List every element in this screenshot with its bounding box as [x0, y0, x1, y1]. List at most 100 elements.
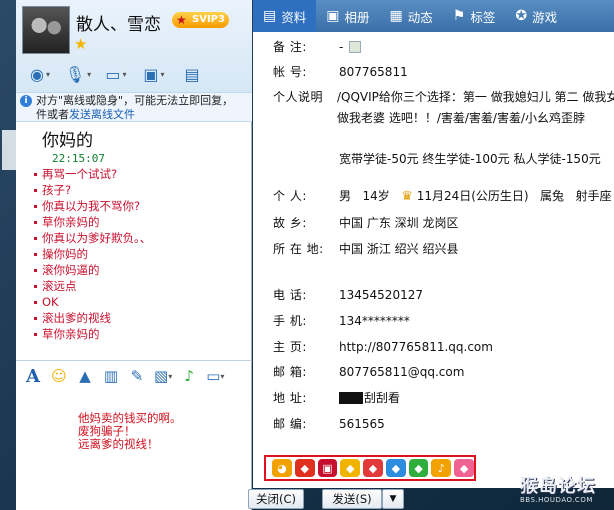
profile-icon: ▤ — [263, 8, 277, 24]
vip-badge[interactable]: SVIP3 — [172, 12, 229, 28]
tab-feed[interactable]: ▦ 动态 — [380, 0, 443, 32]
mobile-value: 134******** — [339, 314, 410, 328]
voice-call-button[interactable]: 🎙 ▾ — [62, 62, 94, 86]
camera-icon: ◉ — [30, 64, 44, 84]
note-button[interactable]: ✎ — [128, 365, 146, 387]
constellation-value: 射手座 — [575, 189, 612, 203]
music-icon[interactable]: ♪ — [431, 459, 452, 477]
message-item: 滚你妈逼的 — [34, 262, 252, 278]
edit-remark-icon[interactable] — [349, 41, 362, 53]
info-icon: i — [20, 95, 32, 107]
watermark-text: 猴岛论坛 — [520, 476, 596, 497]
profile-panel: ▤ 资料 ▣ 相册 ▦ 动态 ⚑ 标签 ✪ 游戏 备 注: - 帐 号: 80776581… — [253, 0, 614, 488]
homepage-link[interactable]: http://807765811.qq.com — [339, 339, 493, 355]
bio-line-2: 做我老婆 选吧！！/害羞/害羞/害羞/小幺鸡歪脖 — [337, 111, 585, 125]
magic-button[interactable]: ▲ — [76, 365, 94, 387]
image-button[interactable]: ▧ ▾ — [154, 365, 172, 387]
profile-fields: 备 注: - 帐 号: 807765811 个人说明 /QQVIP给你三个选择：… — [253, 32, 614, 452]
qq-show-icon[interactable]: ▣ — [317, 459, 338, 477]
font-button[interactable]: A — [24, 365, 42, 387]
postcode-label: 邮 编: — [273, 417, 307, 431]
bio-label: 个人说明 — [273, 90, 324, 104]
screen-capture-button[interactable]: ▭ ▾ — [206, 365, 224, 387]
gender-value: 男 — [339, 189, 352, 203]
image-icon: ▧ — [154, 367, 169, 385]
magic-hat-icon: ▲ — [79, 367, 91, 385]
tab-games[interactable]: ✪ 游戏 — [505, 0, 567, 32]
phone-label: 电 话: — [273, 288, 307, 302]
feed-icon: ▦ — [389, 8, 403, 24]
game-icon: ✪ — [515, 8, 528, 24]
scissors-icon: ▭ — [206, 367, 221, 385]
crown-icon: ♛ — [401, 189, 413, 204]
chat-toolbar: ◉ ▾ 🎙 ▾ ▭ ▾ ▣ ▾ ▤ — [16, 58, 252, 90]
compose-input[interactable]: 他妈卖的钱买的啊。 废狗骗子！ 远离爹的视线！ — [78, 412, 248, 451]
message-item: 滚远点 — [34, 278, 252, 294]
tab-album[interactable]: ▣ 相册 — [316, 0, 379, 32]
chevron-down-icon: ▾ — [87, 69, 92, 79]
message-item: 草你亲妈的 — [34, 214, 252, 230]
red-diamond-icon[interactable]: ◆ — [294, 459, 315, 477]
chevron-down-icon: ▾ — [220, 371, 225, 381]
remote-desktop-button[interactable]: ▣ ▾ — [138, 62, 170, 86]
account-value: 807765811 — [339, 65, 408, 79]
contact-nickname[interactable]: 散人、雪恋 — [76, 10, 161, 35]
profile-tabs: ▤ 资料 ▣ 相册 ▦ 动态 ⚑ 标签 ✪ 游戏 — [253, 0, 614, 32]
monitor-icon: ▣ — [143, 64, 159, 84]
pink-diamond-icon[interactable]: ◆ — [454, 459, 475, 477]
send-button[interactable]: 发送(S) — [322, 489, 382, 509]
emoji-button[interactable]: ☺ — [50, 365, 68, 387]
zodiac-value: 属兔 — [540, 189, 565, 203]
smiley-icon: ☺ — [51, 367, 67, 385]
folder-icon: ▭ — [105, 64, 121, 84]
bio-line-3: 宽带学徒-50元 终生学徒-100元 私人学徒-150元 — [339, 152, 601, 166]
birthday-value: 11月24日(公历生日) — [416, 189, 529, 203]
email-value: 807765811@qq.com — [339, 365, 465, 379]
offline-notice: i 对方"离线或隐身"，可能无法立即回复， 件或者发送离线文件 — [16, 92, 252, 122]
message-item: 你真以为爹好欺负。、 — [34, 230, 252, 246]
chat-window: 散人、雪恋 SVIP3 ★ ◉▾ 🎙▾ ▭▾ ▣▾ ▤ i 对方"离线或隐身"，… — [16, 0, 252, 510]
music-note-icon: ♪ — [184, 367, 194, 385]
bio-line-1: /QQVIP给你三个选择：第一 做我媳妇儿 第二 做我女朋友 第三 — [337, 90, 614, 104]
mobile-label: 手 机: — [273, 314, 307, 328]
yellow-diamond-icon[interactable]: ◆ — [340, 459, 361, 477]
send-options-button[interactable]: ▼ — [382, 489, 404, 509]
desktop-glyph — [2, 130, 16, 170]
film-icon: ▥ — [103, 367, 119, 385]
compose-line: 远离爹的视线！ — [78, 437, 159, 451]
chevron-down-icon: ▾ — [160, 69, 165, 79]
send-file-button[interactable]: ▭ ▾ — [100, 62, 132, 86]
screenshot-button[interactable]: ▥ — [102, 365, 120, 387]
green-diamond-icon[interactable]: ◆ — [408, 459, 429, 477]
notice-text: 对方"离线或隐身"，可能无法立即回复， — [36, 94, 234, 107]
send-offline-file-link[interactable]: 发送离线文件 — [69, 108, 135, 121]
penguin-icon[interactable]: ◕ — [272, 459, 292, 477]
message-item: 操你妈的 — [34, 246, 252, 262]
video-call-button[interactable]: ◉ ▾ — [24, 62, 56, 86]
redaction-block — [339, 392, 363, 404]
remark-label: 备 注: — [273, 40, 307, 54]
address-label: 地 址: — [273, 391, 307, 405]
forum-watermark: 猴岛论坛 BBS.HOUDAO.COM — [520, 472, 614, 510]
chevron-down-icon: ▾ — [122, 69, 127, 79]
tab-profile[interactable]: ▤ 资料 — [253, 0, 317, 32]
personal-label: 个 人: — [273, 189, 307, 203]
hometown-label: 故 乡: — [273, 216, 307, 230]
chat-header: 散人、雪恋 SVIP3 ★ ◉▾ 🎙▾ ▭▾ ▣▾ ▤ — [16, 0, 252, 92]
red-vip-icon[interactable]: ◆ — [363, 459, 383, 477]
contact-avatar[interactable] — [22, 6, 70, 54]
notice-text-2: 件或者 — [36, 108, 69, 121]
vip-badges-strip: ◕ ◆ ▣ ◆ ◆ ◆ ◆ ♪ ◆ — [264, 455, 476, 481]
message-list: 再骂一个试试? 孩子? 你真以为我不骂你? 草你亲妈的 你真以为爹好欺负。、 操… — [34, 166, 252, 342]
album-icon: ▣ — [326, 8, 340, 24]
remark-value: - — [339, 39, 362, 55]
tag-icon: ⚑ — [452, 8, 466, 24]
close-button[interactable]: 关闭(C) — [248, 489, 304, 509]
tab-tags[interactable]: ⚑ 标签 — [443, 0, 506, 32]
music-button[interactable]: ♪ — [180, 365, 198, 387]
message-area: 你妈的 22:15:07 再骂一个试试? 孩子? 你真以为我不骂你? 草你亲妈的… — [16, 124, 252, 354]
blue-diamond-icon[interactable]: ◆ — [385, 459, 406, 477]
app-button[interactable]: ▤ — [176, 62, 208, 86]
note-icon: ✎ — [130, 367, 144, 385]
account-label: 帐 号: — [273, 65, 307, 79]
